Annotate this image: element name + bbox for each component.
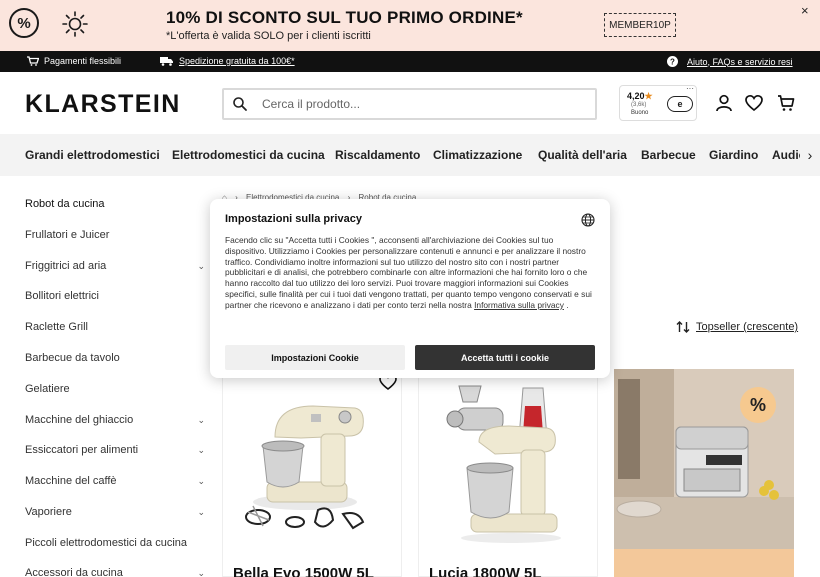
svg-text:?: ? xyxy=(670,57,675,66)
cart-icon[interactable] xyxy=(777,94,795,112)
cookie-settings-button[interactable]: Impostazioni Cookie xyxy=(225,345,405,370)
cookie-consent-dialog: Impostazioni sulla privacy Facendo clic … xyxy=(210,199,610,378)
klarstein-logo[interactable]: KLARSTEIN xyxy=(25,90,181,119)
sidebar-item-bollitori[interactable]: Bollitori elettrici xyxy=(25,290,205,302)
heart-icon[interactable] xyxy=(745,94,763,112)
cart-icon xyxy=(27,56,39,66)
info-bar: Pagamenti flessibili Spedizione gratuita… xyxy=(0,51,820,72)
accept-all-cookies-button[interactable]: Accetta tutti i cookie xyxy=(415,345,595,370)
sort-arrows-icon xyxy=(676,321,690,333)
help-label: Aiuto, FAQs e servizio resi xyxy=(687,56,793,67)
sidebar-item-gelatiere[interactable]: Gelatiere xyxy=(25,383,205,395)
sidebar-item-friggitrici[interactable]: Friggitrici ad aria ⌄ xyxy=(25,260,205,272)
page: % 10% DI SCONTO SUL TUO PRIMO ORDINE* *L… xyxy=(0,0,820,577)
trusted-shops-badge-icon: e xyxy=(667,96,693,112)
search-icon[interactable] xyxy=(232,96,248,112)
sun-icon xyxy=(62,11,88,37)
promo-code[interactable]: MEMBER10P xyxy=(604,13,676,37)
sort-control[interactable]: Topseller (crescente) xyxy=(676,321,798,333)
sidebar-item-robot-da-cucina[interactable]: Robot da cucina xyxy=(25,198,205,210)
nav-item-giardino[interactable]: Giardino xyxy=(709,148,758,162)
sidebar-item-macchine-ghiaccio[interactable]: Macchine del ghiaccio ⌄ xyxy=(25,414,205,426)
sidebar-item-vaporiere[interactable]: Vaporiere ⌄ xyxy=(25,506,205,518)
free-shipping-link[interactable]: Spedizione gratuita da 100€* xyxy=(160,56,295,66)
sidebar-item-essiccatori[interactable]: Essiccatori per alimenti ⌄ xyxy=(25,444,205,456)
chevron-down-icon: ⌄ xyxy=(197,476,205,486)
trusted-shops-rating[interactable]: 4,20★ (3,6k) Buono e ··· xyxy=(619,84,697,121)
category-nav: Grandi elettrodomestici Elettrodomestici… xyxy=(0,134,820,176)
nav-item-elettrodomestici-cucina[interactable]: Elettrodomestici da cucina xyxy=(172,148,325,162)
nav-item-riscaldamento[interactable]: Riscaldamento xyxy=(335,148,420,162)
chevron-right-icon[interactable]: › xyxy=(800,145,820,165)
more-icon: ··· xyxy=(686,84,694,93)
globe-icon[interactable] xyxy=(581,213,595,227)
chevron-down-icon: ⌄ xyxy=(197,445,205,455)
nav-item-grandi-elettrodomestici[interactable]: Grandi elettrodomestici xyxy=(25,148,160,162)
flexible-payments[interactable]: Pagamenti flessibili xyxy=(27,56,121,66)
free-shipping-label: Spedizione gratuita da 100€* xyxy=(179,56,295,66)
chevron-down-icon: ⌄ xyxy=(197,507,205,517)
site-header: KLARSTEIN 4,20★ (3,6k) Buono e ··· xyxy=(0,72,820,134)
sidebar: Robot da cucina Frullatori e Juicer Frig… xyxy=(0,176,215,577)
star-icon: ★ xyxy=(644,91,653,101)
nav-item-barbecue[interactable]: Barbecue xyxy=(641,148,696,162)
sidebar-item-frullatori[interactable]: Frullatori e Juicer xyxy=(25,229,205,241)
percent-icon: % xyxy=(9,8,39,38)
sidebar-item-piccoli-elettrodomestici[interactable]: Piccoli elettrodomestici da cucina xyxy=(25,537,205,549)
help-link[interactable]: ? Aiuto, FAQs e servizio resi xyxy=(667,56,793,67)
rating-label: Buono xyxy=(631,110,649,116)
cookie-dialog-title: Impostazioni sulla privacy xyxy=(225,213,362,225)
nav-item-qualita-aria[interactable]: Qualità dell'aria xyxy=(538,148,627,162)
rating-score: 4,20★ xyxy=(627,91,653,101)
chevron-down-icon: ⌄ xyxy=(197,261,205,271)
cookie-dialog-text: Facendo clic su "Accetta tutti i Cookies… xyxy=(225,235,592,310)
truck-icon xyxy=(160,57,173,66)
chevron-down-icon: ⌄ xyxy=(197,415,205,425)
rating-count: (3,6k) xyxy=(631,102,647,108)
user-icon[interactable] xyxy=(715,94,733,112)
sidebar-item-macchine-caffe[interactable]: Macchine del caffè ⌄ xyxy=(25,475,205,487)
sort-label: Topseller (crescente) xyxy=(696,321,799,333)
help-icon: ? xyxy=(667,56,678,67)
promo-image-card[interactable]: % xyxy=(614,369,794,577)
product-image xyxy=(245,405,365,530)
privacy-policy-link[interactable]: Informativa sulla privacy xyxy=(474,300,564,310)
product-card[interactable]: Bella Evo 1500W 5L xyxy=(222,369,402,577)
promo-subtitle: *L'offerta è valida SOLO per i clienti i… xyxy=(166,30,371,42)
promo-title: 10% DI SCONTO SUL TUO PRIMO ORDINE* xyxy=(166,8,523,27)
product-name[interactable]: Lucia 1800W 5L xyxy=(429,565,542,577)
product-image xyxy=(446,385,561,543)
sidebar-item-raclette[interactable]: Raclette Grill xyxy=(25,321,205,333)
chevron-down-icon: ⌄ xyxy=(197,568,205,577)
sidebar-item-barbecue-tavolo[interactable]: Barbecue da tavolo xyxy=(25,352,205,364)
promo-banner: % 10% DI SCONTO SUL TUO PRIMO ORDINE* *L… xyxy=(0,0,820,51)
search-box xyxy=(222,88,597,120)
discount-badge: % xyxy=(740,387,776,423)
sidebar-item-accessori[interactable]: Accessori da cucina ⌄ xyxy=(25,567,205,577)
product-name[interactable]: Bella Evo 1500W 5L xyxy=(233,565,374,577)
flexible-payments-label: Pagamenti flessibili xyxy=(44,56,122,66)
close-icon[interactable]: × xyxy=(801,3,809,18)
search-input[interactable] xyxy=(262,95,582,113)
nav-item-climatizzazione[interactable]: Climatizzazione xyxy=(433,148,522,162)
product-card[interactable]: Lucia 1800W 5L xyxy=(418,369,598,577)
